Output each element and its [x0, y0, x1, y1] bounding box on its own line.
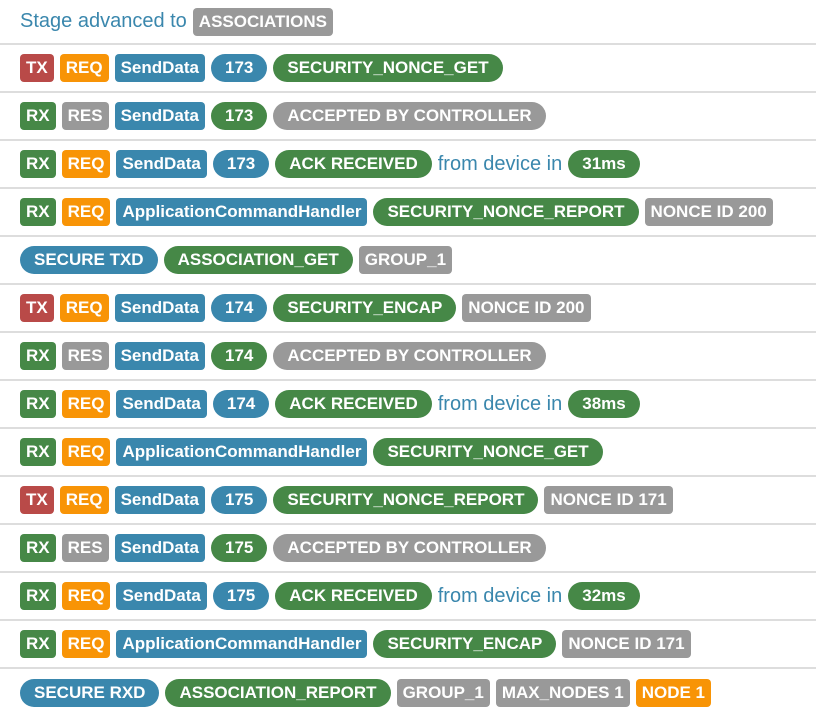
badge-red: TX: [20, 486, 54, 514]
badge-blue: 173: [211, 54, 268, 82]
badge-gray: NONCE ID 200: [644, 198, 773, 226]
badge-blue: SendData: [116, 150, 207, 178]
log-row: RX REQ ApplicationCommandHandler SECURITY_E…: [0, 621, 816, 669]
log-row: RX REQ SendData 175 ACK RECEIVED from device …: [0, 573, 816, 621]
badge-green: ASSOCIATION_GET: [163, 246, 353, 274]
badge-green: RX: [20, 198, 56, 226]
badge-blue: ApplicationCommandHandler: [116, 630, 368, 658]
badge-green: RX: [20, 390, 56, 418]
badge-green: SECURITY_NONCE_REPORT: [273, 486, 539, 514]
badge-green: 173: [211, 102, 268, 130]
badge-gray: ASSOCIATIONS: [192, 7, 333, 36]
badge-gray: GROUP_1: [358, 246, 453, 274]
badge-green: SECURITY_NONCE_GET: [373, 438, 603, 466]
log-row: RX REQ SendData 173 ACK RECEIVED from device …: [0, 141, 816, 189]
badge-blue: 174: [212, 390, 270, 418]
badge-green: 174: [211, 342, 268, 370]
log-row: SECURE TXD ASSOCIATION_GET GROUP_1: [0, 237, 816, 285]
badge-gray: RES: [61, 102, 109, 130]
badge-green: SECURITY_NONCE_GET: [273, 54, 503, 82]
badge-orange: REQ: [61, 582, 111, 610]
badge-blue: 174: [211, 294, 268, 322]
badge-blue: SendData: [114, 102, 206, 130]
badge-gray: RES: [61, 342, 109, 370]
badge-green: 38ms: [568, 390, 640, 418]
badge-green: RX: [20, 534, 56, 562]
log-row: RX RES SendData 173 ACCEPTED BY CONTROLLER: [0, 93, 816, 141]
badge-green: RX: [20, 150, 56, 178]
badge-blue: ApplicationCommandHandler: [116, 198, 368, 226]
badge-green: 32ms: [568, 582, 640, 610]
badge-orange: REQ: [61, 198, 111, 226]
badge-gray: ACCEPTED BY CONTROLLER: [273, 342, 546, 370]
badge-green: 175: [211, 534, 268, 562]
badge-gray: MAX_NODES 1: [495, 679, 630, 707]
badge-green: ACK RECEIVED: [275, 582, 432, 610]
log-text: from device in: [437, 392, 563, 415]
log-row: RX REQ ApplicationCommandHandler SECURITY_N…: [0, 189, 816, 237]
log-text: from device in: [437, 152, 563, 175]
badge-blue: SECURE RXD: [20, 679, 160, 707]
log-row: SECURE RXD ASSOCIATION_REPORT GROUP_1 MAX_N…: [0, 669, 816, 717]
badge-blue: SendData: [116, 582, 207, 610]
badge-green: RX: [20, 438, 56, 466]
message-log: Stage advanced to ASSOCIATIONS TX REQ SendDa…: [0, 0, 816, 717]
badge-green: ASSOCIATION_REPORT: [165, 679, 391, 707]
badge-blue: ApplicationCommandHandler: [116, 438, 368, 466]
badge-red: TX: [20, 294, 54, 322]
badge-gray: NONCE ID 171: [544, 486, 673, 514]
log-row: RX RES SendData 175 ACCEPTED BY CONTROLLER: [0, 525, 816, 573]
badge-green: SECURITY_NONCE_REPORT: [373, 198, 639, 226]
badge-orange: REQ: [59, 486, 109, 514]
badge-green: RX: [20, 342, 56, 370]
badge-blue: SendData: [114, 486, 205, 514]
badge-gray: RES: [61, 534, 109, 562]
badge-blue: SendData: [114, 294, 205, 322]
badge-orange: REQ: [59, 54, 109, 82]
badge-orange: REQ: [59, 294, 109, 322]
badge-blue: 175: [211, 486, 268, 514]
badge-orange: NODE 1: [635, 679, 711, 707]
badge-gray: NONCE ID 200: [462, 294, 591, 322]
badge-green: RX: [20, 630, 56, 658]
badge-green: SECURITY_ENCAP: [373, 630, 557, 658]
badge-orange: REQ: [61, 630, 111, 658]
badge-gray: ACCEPTED BY CONTROLLER: [273, 102, 546, 130]
log-row: RX REQ SendData 174 ACK RECEIVED from device …: [0, 381, 816, 429]
badge-blue: SECURE TXD: [20, 246, 158, 274]
badge-gray: ACCEPTED BY CONTROLLER: [273, 534, 546, 562]
badge-green: 31ms: [568, 150, 640, 178]
badge-blue: SendData: [114, 54, 205, 82]
badge-red: TX: [20, 54, 54, 82]
badge-blue: 173: [212, 150, 270, 178]
badge-blue: SendData: [116, 390, 207, 418]
log-row: RX RES SendData 174 ACCEPTED BY CONTROLLER: [0, 333, 816, 381]
badge-green: SECURITY_ENCAP: [273, 294, 457, 322]
badge-green: RX: [20, 102, 56, 130]
log-text: from device in: [437, 584, 563, 607]
badge-blue: SendData: [114, 342, 206, 370]
log-row: RX REQ ApplicationCommandHandler SECURITY_N…: [0, 429, 816, 477]
badge-green: RX: [20, 582, 56, 610]
badge-gray: GROUP_1: [396, 679, 490, 707]
badge-green: ACK RECEIVED: [275, 150, 432, 178]
stage-row: Stage advanced to ASSOCIATIONS: [0, 0, 816, 45]
log-text: Stage advanced to: [20, 10, 187, 32]
log-row: TX REQ SendData 175 SECURITY_NONCE_REPORT NON…: [0, 477, 816, 525]
badge-orange: REQ: [61, 390, 111, 418]
badge-orange: REQ: [61, 438, 111, 466]
log-row: TX REQ SendData 174 SECURITY_ENCAP NONCE ID 2…: [0, 285, 816, 333]
badge-orange: REQ: [61, 150, 111, 178]
badge-gray: NONCE ID 171: [562, 630, 691, 658]
badge-green: ACK RECEIVED: [275, 390, 432, 418]
log-row: TX REQ SendData 173 SECURITY_NONCE_GET: [0, 45, 816, 93]
badge-blue: SendData: [114, 534, 206, 562]
badge-blue: 175: [212, 582, 270, 610]
